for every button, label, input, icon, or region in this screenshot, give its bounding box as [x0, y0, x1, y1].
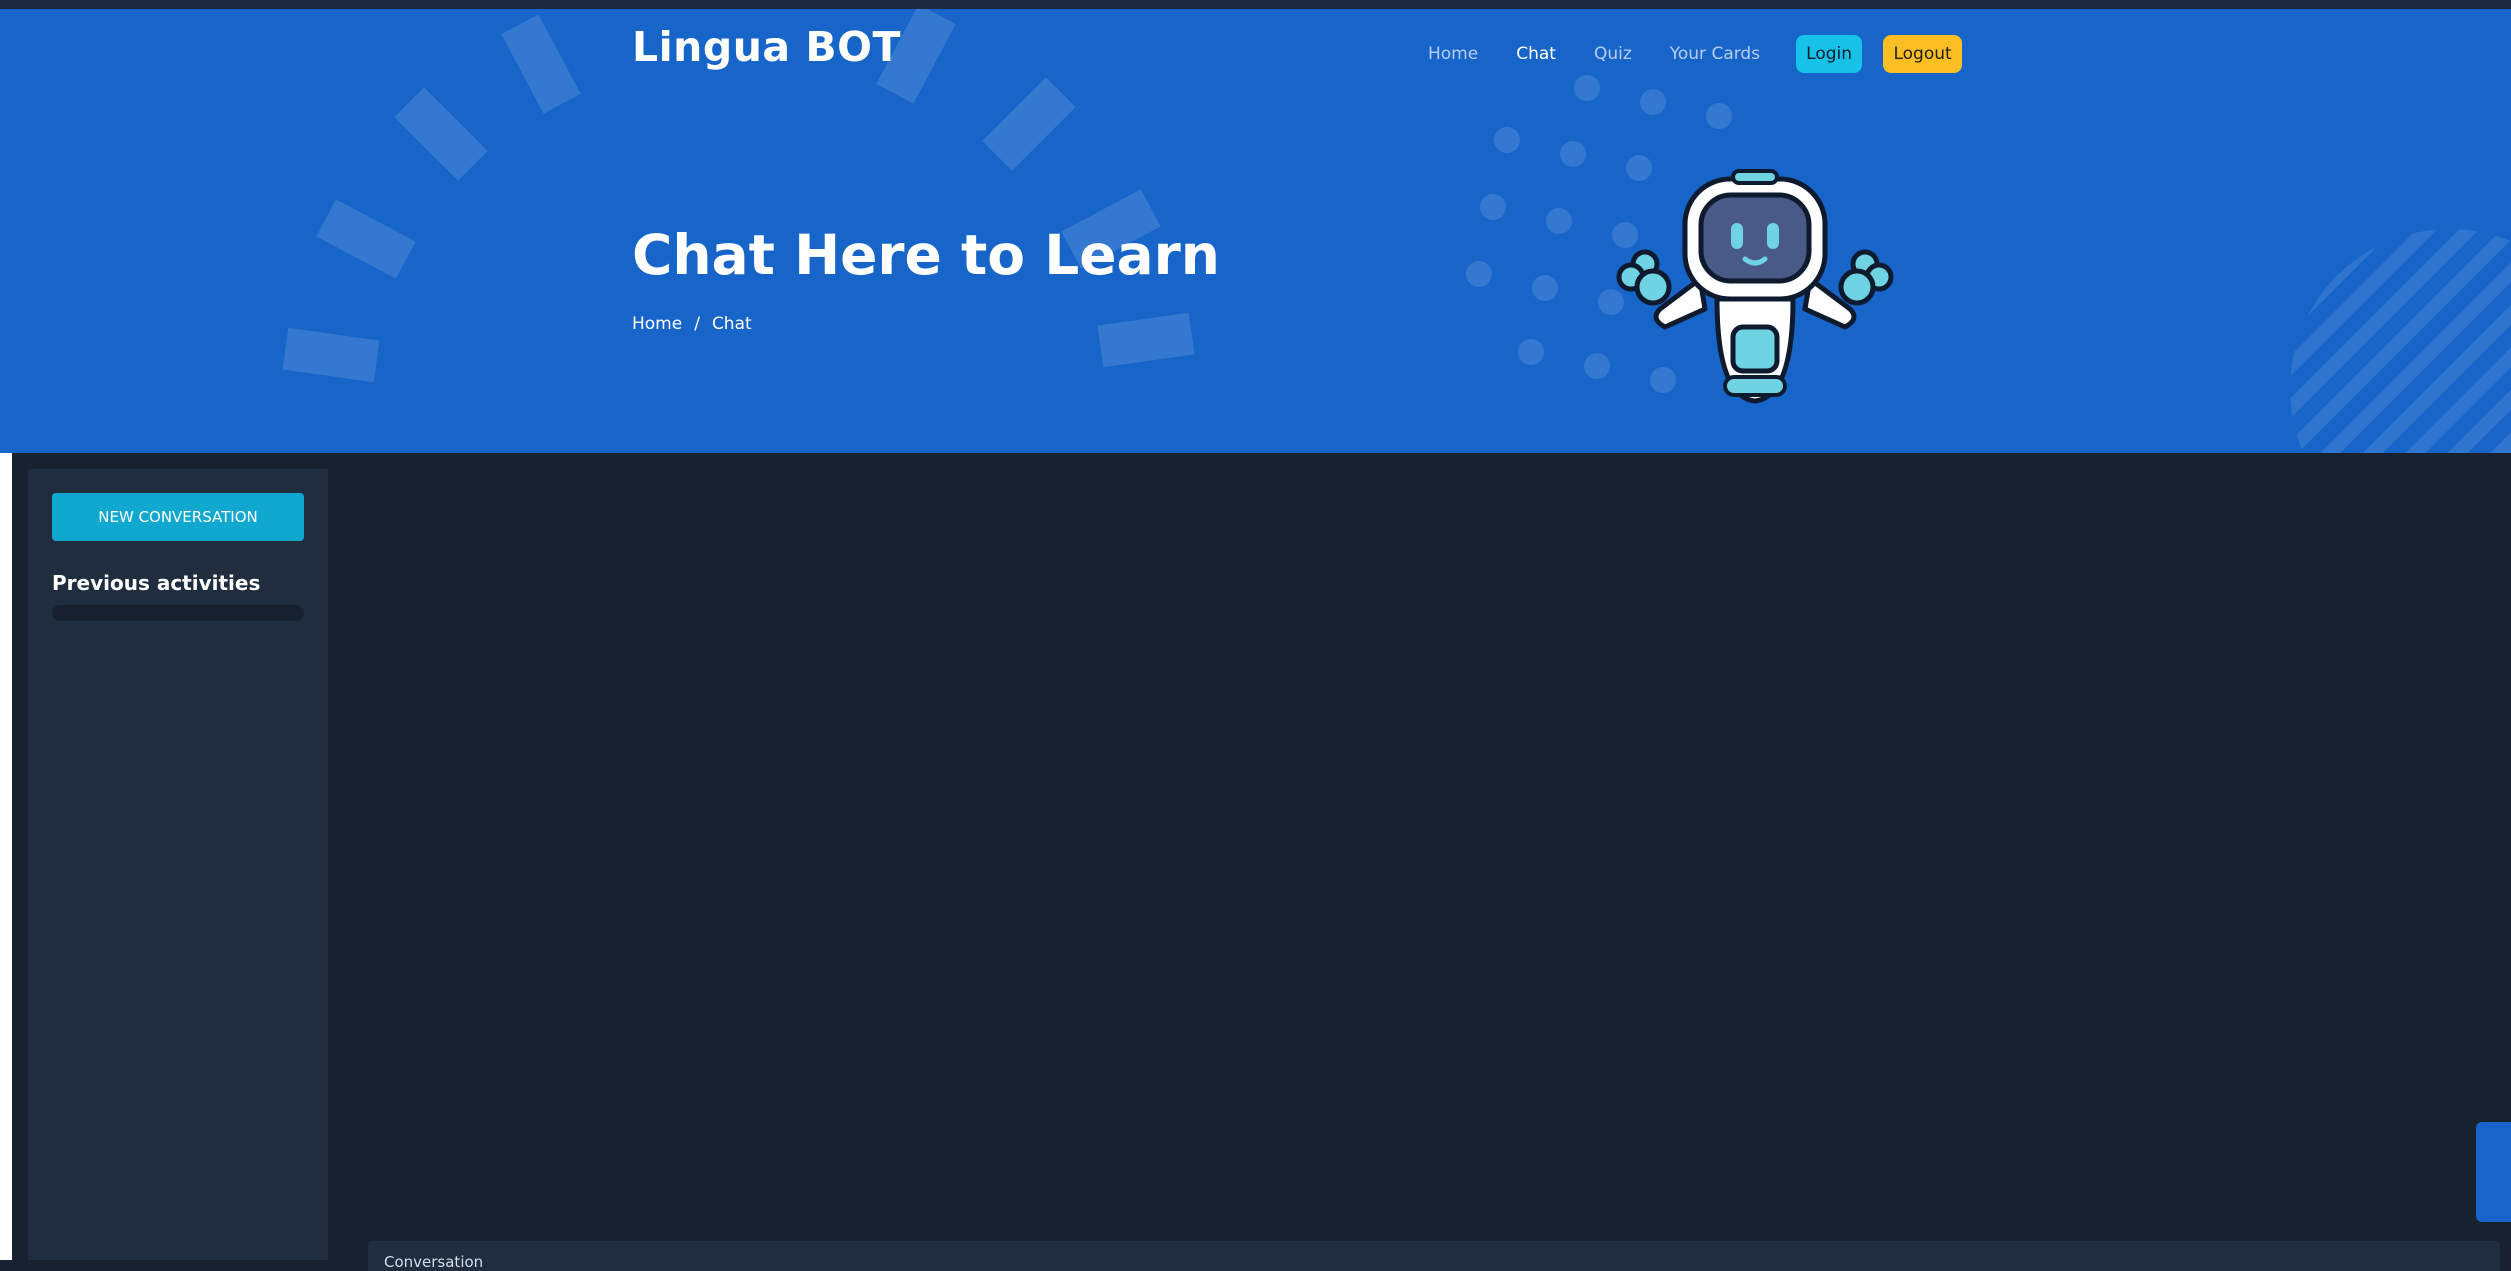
breadcrumb-home[interactable]: Home [632, 314, 682, 334]
previous-activities-title: Previous activities [52, 571, 261, 595]
nav-your-cards[interactable]: Your Cards [1670, 44, 1760, 64]
left-edge-strip [0, 453, 12, 1260]
page-title: Chat Here to Learn [632, 223, 1220, 287]
decor-dot [1560, 141, 1586, 167]
brand-logo[interactable]: Lingua BOT [632, 23, 901, 71]
decor-dot [1532, 275, 1558, 301]
breadcrumb-separator: / [694, 314, 700, 334]
browser-top-strip [0, 0, 2511, 9]
main-nav: Home Chat Quiz Your Cards Login Logout [1428, 35, 1963, 73]
decor-dot [1518, 339, 1544, 365]
nav-chat[interactable]: Chat [1516, 44, 1556, 64]
decor-bar [501, 14, 581, 114]
decor-bar [316, 199, 416, 279]
nav-quiz[interactable]: Quiz [1594, 44, 1632, 64]
robot-mascot-icon [1616, 169, 1894, 404]
breadcrumb-current: Chat [711, 314, 752, 334]
breadcrumb: Home / Chat [632, 314, 752, 334]
decor-dot [1640, 89, 1666, 115]
decor-dot [1494, 127, 1520, 153]
decor-bar [394, 87, 488, 181]
decor-bar [282, 327, 380, 383]
decor-stripe-circle [2290, 229, 2511, 453]
previous-activities-list[interactable] [52, 605, 304, 621]
floating-chat-button[interactable] [2476, 1122, 2511, 1222]
chat-panel: Conversation [368, 1241, 2500, 1271]
new-conversation-button[interactable]: NEW CONVERSATION [52, 493, 304, 541]
nav-home[interactable]: Home [1428, 44, 1478, 64]
decor-dot [1574, 75, 1600, 101]
logout-button[interactable]: Logout [1883, 35, 1963, 73]
hero-banner: Lingua BOT Home Chat Quiz Your Cards Log… [0, 9, 2511, 453]
decor-bar [982, 77, 1076, 171]
decor-bar [1097, 312, 1195, 368]
decor-dot [1480, 194, 1506, 220]
chat-panel-label: Conversation [384, 1253, 484, 1271]
decor-dot [1466, 261, 1492, 287]
login-button[interactable]: Login [1796, 35, 1863, 73]
decor-dot [1546, 208, 1572, 234]
conversation-sidebar: NEW CONVERSATION Previous activities [28, 469, 328, 1260]
decor-dot [1706, 103, 1732, 129]
